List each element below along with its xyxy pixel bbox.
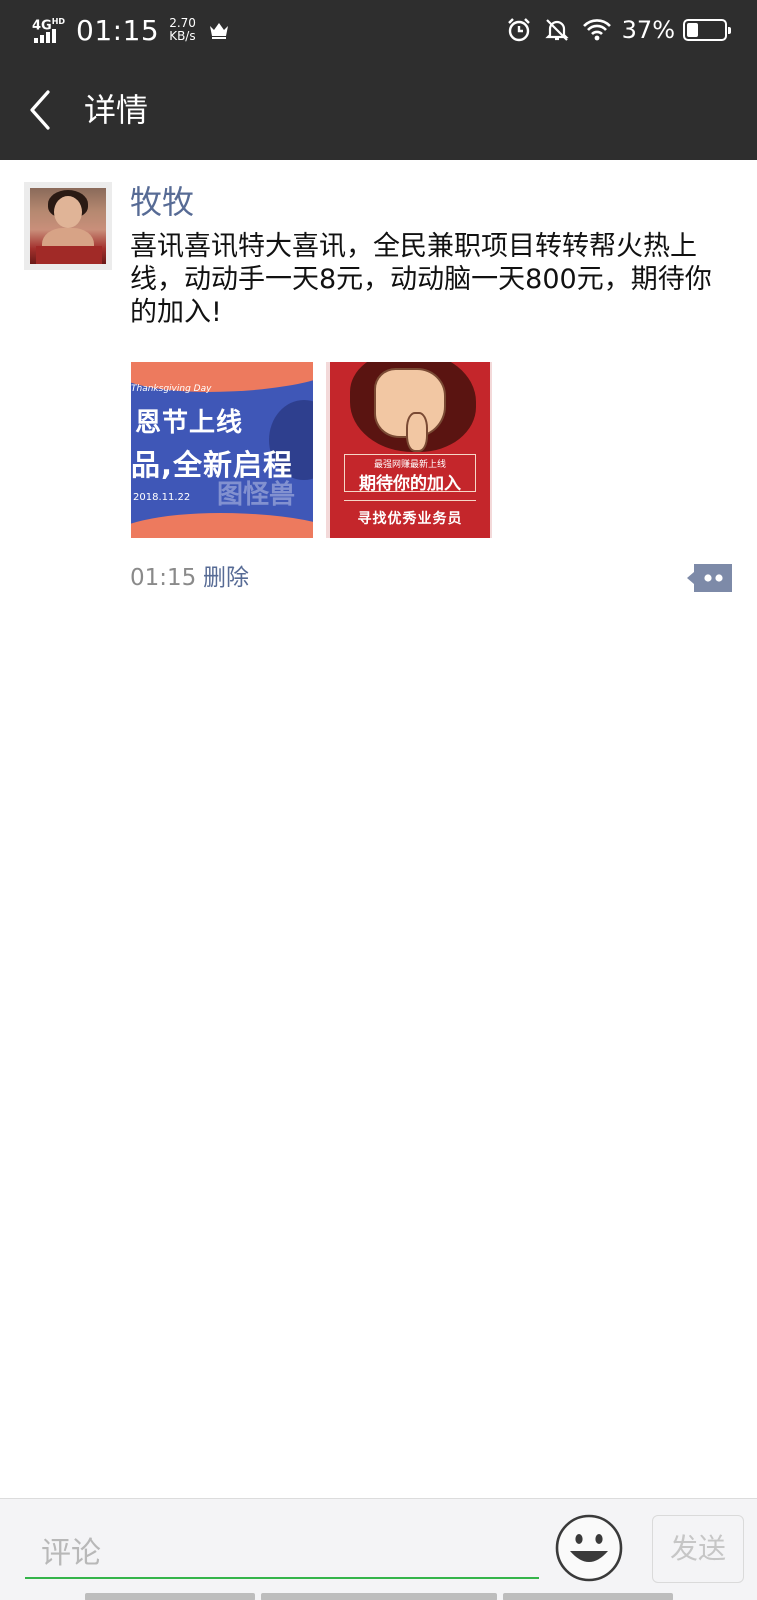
post-text: 喜讯喜讯特大喜讯，全民兼职项目转转帮火热上线，动动手一天8元，动动脑一天800元… [130,231,712,328]
post-image-2[interactable]: 最强网赚最新上线 期待你的加入 寻找优秀业务员 [326,362,492,538]
alarm-icon [507,18,530,42]
nav-hint-center [261,1593,497,1600]
nav-hint-right [503,1593,673,1600]
status-left: 4GHD 01:15 2.70 KB/s [32,10,230,50]
nav-hint-left [85,1593,255,1600]
comment-bar: 发送 [0,1498,757,1600]
battery-percent: 37% [621,16,675,44]
post-time: 01:15 [130,565,197,591]
status-bar: 4GHD 01:15 2.70 KB/s 37% [0,0,757,60]
comment-more-icon[interactable] [684,561,734,595]
avatar[interactable] [24,182,112,270]
network-speed: 2.70 KB/s [169,16,196,43]
author-name[interactable]: 牧牧 [130,182,194,222]
title-bar: 详情 [0,60,757,160]
comment-input[interactable] [25,1521,539,1579]
send-button[interactable]: 发送 [652,1515,744,1583]
post-detail: 牧牧 喜讯喜讯特大喜讯，全民兼职项目转转帮火热上线，动动手一天8元，动动脑一天8… [0,160,757,1498]
post-image-1[interactable]: Thanksgiving Day 恩节上线 品,全新启程 2018.11.22 … [131,362,313,538]
wifi-icon [582,19,611,41]
status-right: 37% [494,10,731,50]
status-time: 01:15 [76,13,160,47]
mute-bell-icon [545,19,569,41]
battery-icon [683,19,731,41]
crown-icon [209,23,228,39]
cell-signal-icon: 4GHD [32,15,68,45]
chevron-left-icon[interactable] [22,86,70,134]
delete-link[interactable]: 删除 [203,563,249,593]
smiley-icon[interactable] [554,1513,624,1583]
page-title: 详情 [84,91,149,129]
